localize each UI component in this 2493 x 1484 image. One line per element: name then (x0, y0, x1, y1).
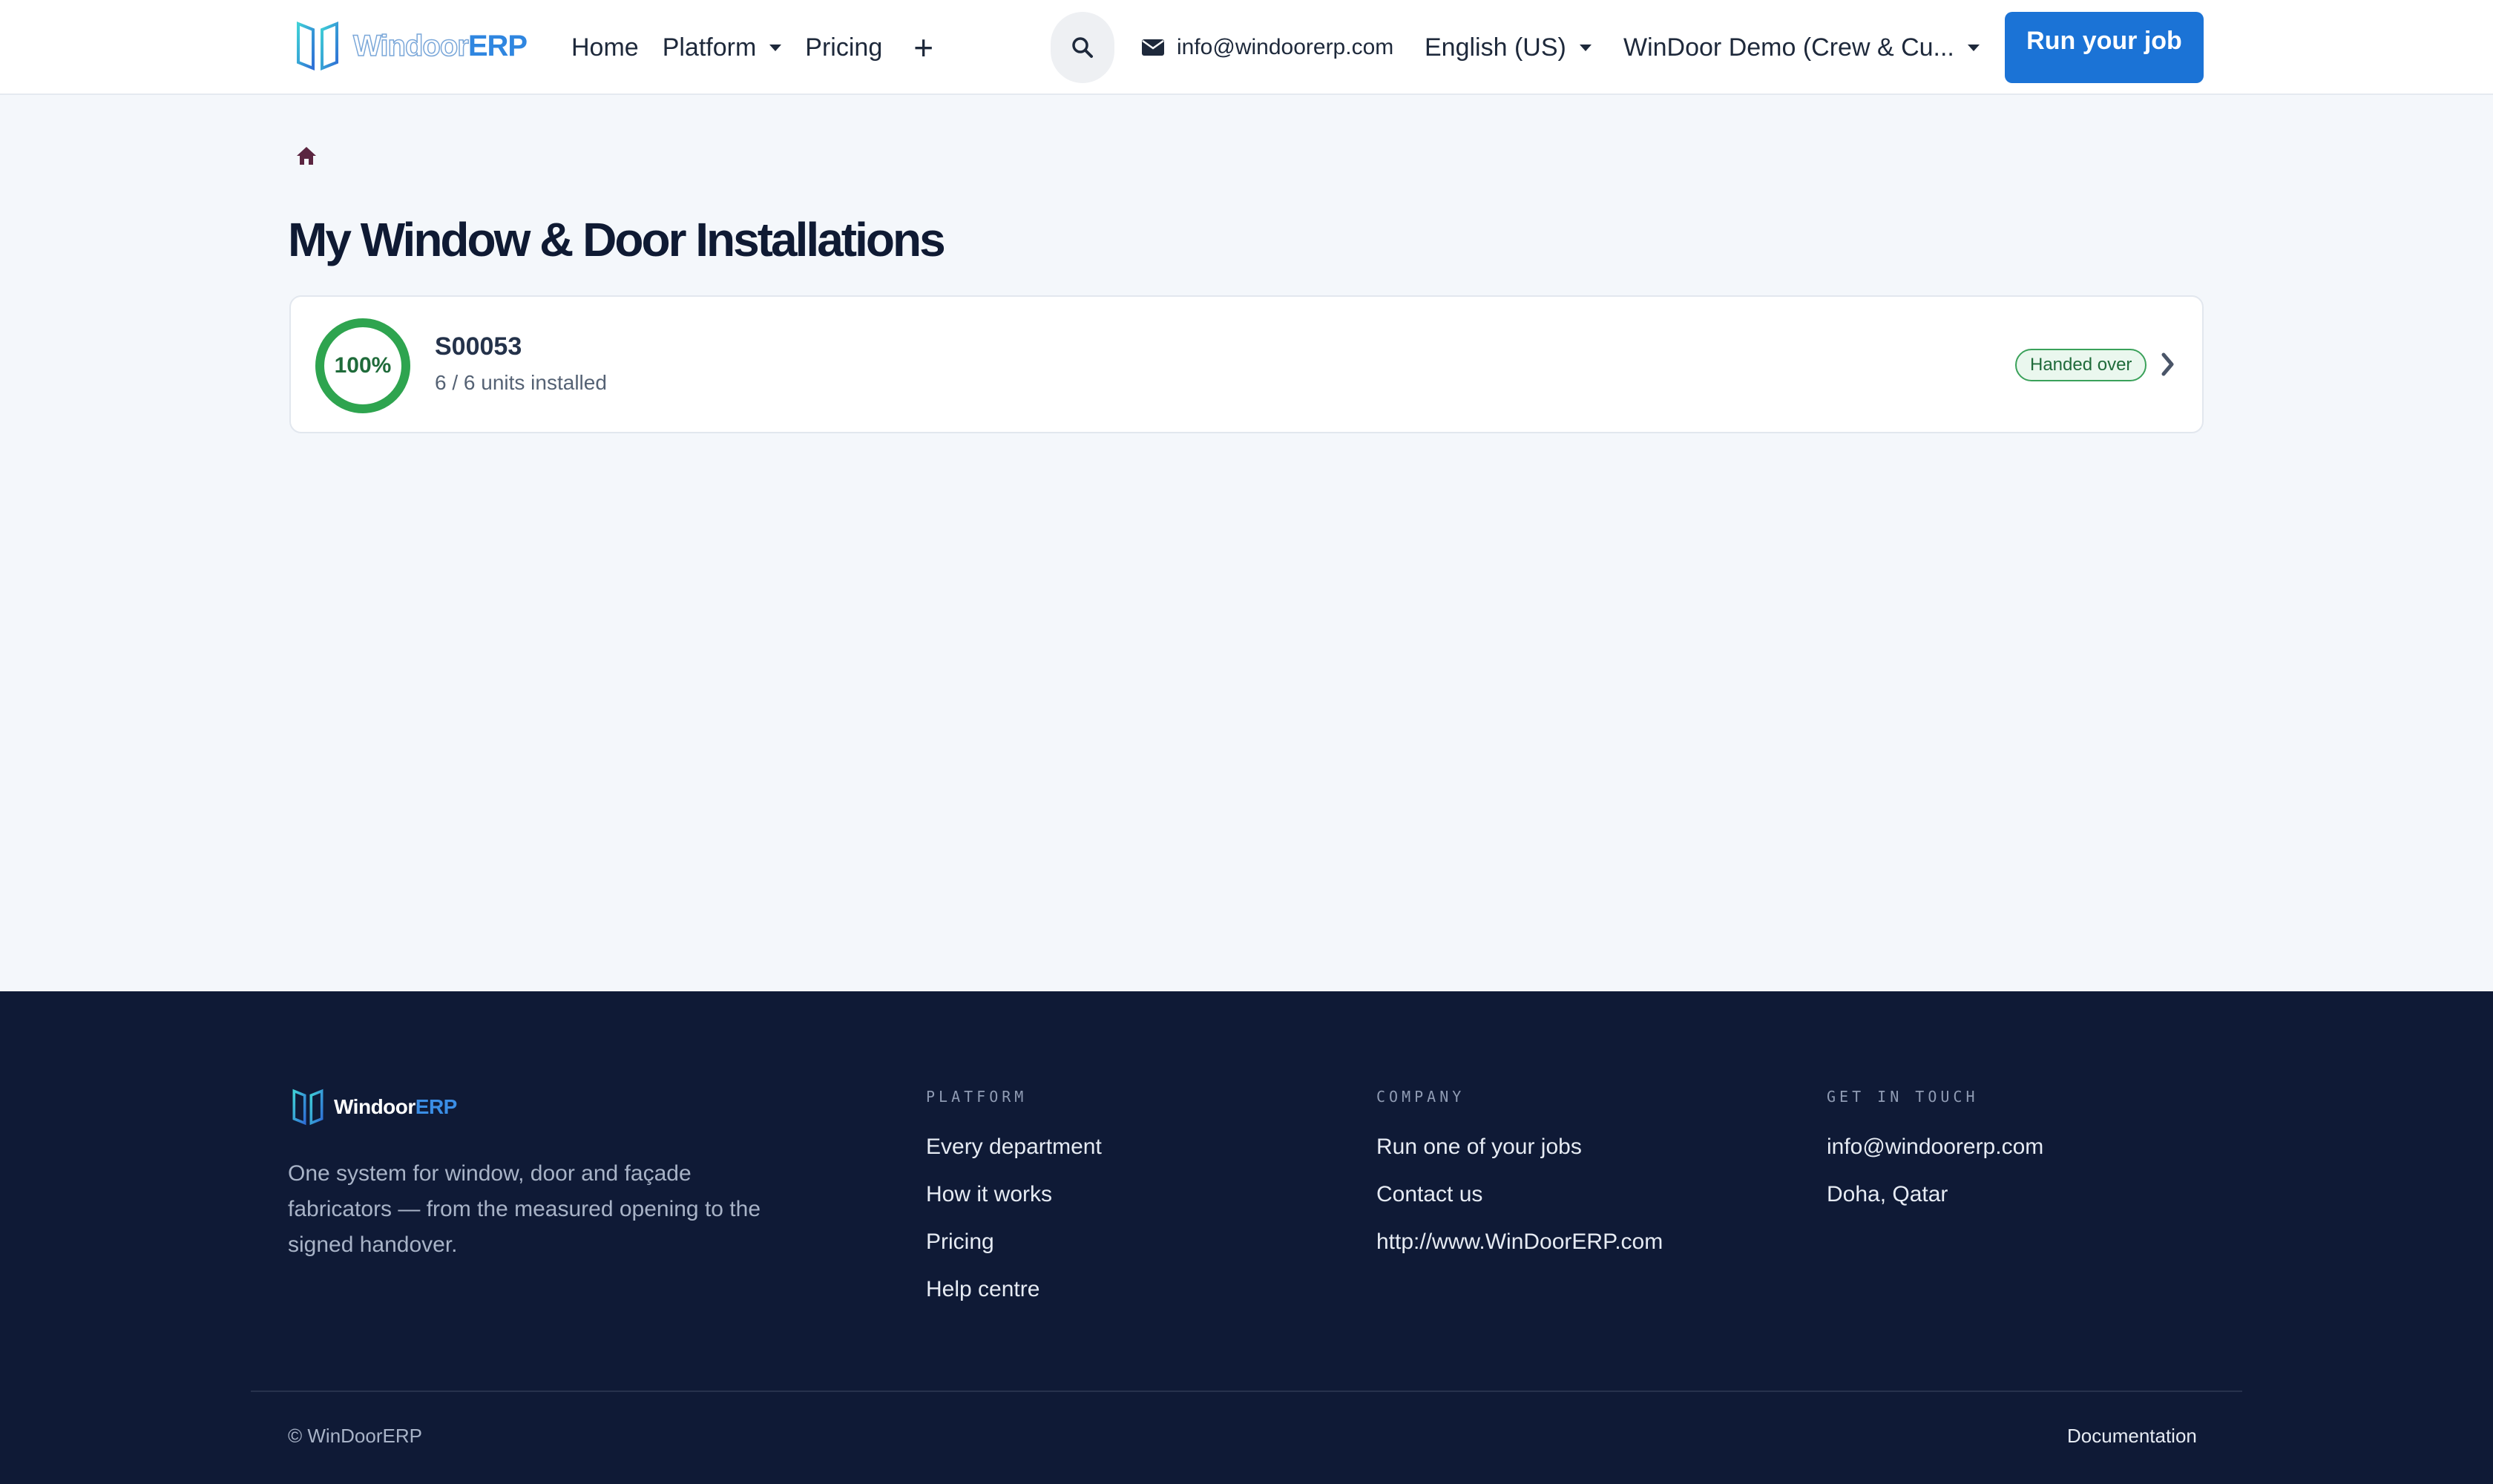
main-nav: Home Platform Pricing + (571, 0, 957, 95)
language-label: English (US) (1425, 33, 1566, 62)
nav-pricing[interactable]: Pricing (805, 33, 882, 62)
footer-link[interactable]: http://www.WinDoorERP.com (1376, 1218, 1663, 1266)
search-button[interactable] (1051, 12, 1114, 83)
caret-down-icon (1967, 44, 1980, 51)
units-installed: 6 / 6 units installed (435, 371, 607, 394)
home-icon (297, 147, 316, 165)
page-title: My Window & Door Installations (288, 213, 946, 266)
site-header: WindoorERP Home Platform Pricing + info@… (0, 0, 2493, 95)
nav-platform-dropdown[interactable]: Platform (663, 33, 782, 62)
footer-heading: Company (1376, 1088, 1465, 1106)
run-your-job-button[interactable]: Run your job (2005, 12, 2204, 83)
nav-home[interactable]: Home (571, 33, 639, 62)
footer-link[interactable]: Contact us (1376, 1171, 1663, 1218)
footer-link[interactable]: Help centre (926, 1266, 1102, 1313)
footer-logo-accent: ERP (415, 1095, 458, 1118)
company-label: WinDoor Demo (Crew & Cu... (1623, 33, 1954, 62)
caret-down-icon (1579, 44, 1592, 51)
language-selector[interactable]: English (US) (1425, 0, 1592, 95)
footer-documentation-link[interactable]: Documentation (2067, 1425, 2197, 1448)
envelope-icon (1142, 39, 1164, 56)
chevron-right-icon[interactable] (2161, 352, 2175, 377)
footer-column-company: Company Run one of your jobs Contact us … (1376, 1088, 1663, 1266)
footer-copyright: © WinDoorERP (288, 1425, 422, 1447)
logo-word: Windoor (352, 29, 469, 63)
nav-platform-label: Platform (662, 33, 757, 62)
window-logo-icon (297, 22, 338, 70)
brand-logo[interactable]: WindoorERP (294, 19, 528, 73)
progress-percent: 100% (334, 353, 392, 378)
footer-logo[interactable]: WindoorERP (291, 1088, 457, 1126)
footer-heading: Get in touch (1827, 1088, 1979, 1106)
header-email-link[interactable]: info@windoorerp.com (1141, 0, 1393, 95)
footer-divider (251, 1391, 2242, 1392)
installation-card[interactable]: 100% S00053 6 / 6 units installed Handed… (289, 295, 2204, 433)
footer-link: Doha, Qatar (1827, 1182, 1948, 1206)
logo-accent: ERP (467, 29, 528, 62)
company-switcher[interactable]: WinDoor Demo (Crew & Cu... (1623, 0, 1980, 95)
footer-column-contact: Get in touch info@windoorerp.com Doha, Q… (1827, 1088, 2043, 1218)
footer-link[interactable]: Run one of your jobs (1376, 1123, 1663, 1171)
site-footer: WindoorERP One system for window, door a… (0, 991, 2493, 1484)
search-icon (1072, 37, 1093, 58)
installation-reference: S00053 (435, 332, 522, 361)
window-logo-icon (292, 1089, 323, 1126)
caret-down-icon (769, 44, 782, 51)
footer-column-platform: Platform Every department How it works P… (926, 1088, 1102, 1313)
footer-link[interactable]: How it works (926, 1171, 1102, 1218)
breadcrumb-home[interactable] (295, 145, 318, 166)
footer-description: One system for window, door and façade f… (288, 1161, 761, 1257)
plus-icon[interactable]: + (913, 30, 933, 65)
footer-link[interactable]: info@windoorerp.com (1827, 1123, 2043, 1171)
footer-logo-word: Windoor (334, 1095, 416, 1118)
footer-heading: Platform (926, 1088, 1028, 1106)
footer-link[interactable]: Every department (926, 1123, 1102, 1171)
header-email-text: info@windoorerp.com (1177, 35, 1394, 59)
status-badge: Handed over (2015, 349, 2147, 381)
footer-link[interactable]: Pricing (926, 1218, 1102, 1266)
